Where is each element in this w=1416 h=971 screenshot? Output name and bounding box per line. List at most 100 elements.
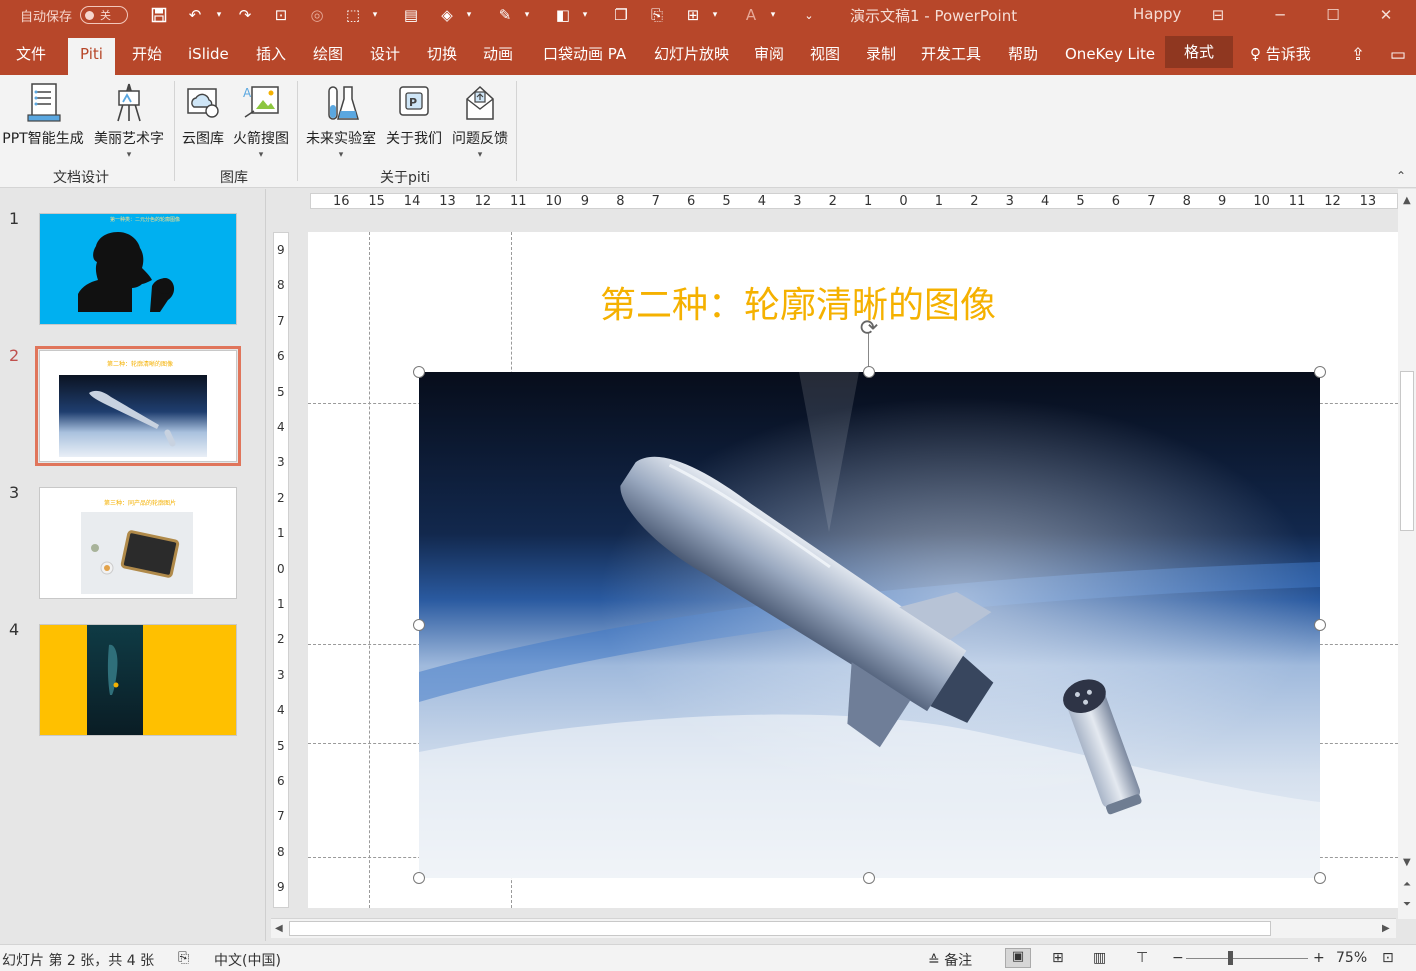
tab-view[interactable]: 视图: [808, 38, 842, 75]
zoom-slider[interactable]: [1186, 958, 1308, 959]
slide-info[interactable]: 幻灯片 第 2 张，共 4 张: [2, 950, 154, 970]
fill-color-icon[interactable]: ◈: [436, 4, 458, 26]
tab-piti[interactable]: Piti: [68, 38, 115, 75]
resize-handle-bottom[interactable]: [863, 872, 875, 884]
starship-picture[interactable]: [419, 372, 1320, 878]
tab-format[interactable]: 格式: [1165, 36, 1234, 68]
slideshow-icon[interactable]: ⊤: [1136, 950, 1148, 966]
tab-insert[interactable]: 插入: [254, 38, 288, 75]
arrange-icon[interactable]: ❐: [610, 4, 632, 26]
art-text-button[interactable]: 美丽艺术字 ▾: [89, 81, 169, 160]
tab-draw[interactable]: 绘图: [311, 38, 345, 75]
reading-view-icon[interactable]: ▥: [1093, 950, 1106, 966]
notes-button[interactable]: ≙ 备注: [928, 950, 972, 970]
undo-icon[interactable]: ↶: [184, 4, 206, 26]
fit-slide-icon[interactable]: ⊡: [1382, 950, 1394, 966]
resize-handle-top-left[interactable]: [413, 366, 425, 378]
zoom-slider-thumb[interactable]: [1228, 951, 1233, 965]
select-icon[interactable]: ⬚: [342, 4, 364, 26]
previous-slide-icon[interactable]: ⏶: [1403, 879, 1411, 890]
touch-mode-icon[interactable]: ◎: [306, 4, 328, 26]
slide-thumbnail-4[interactable]: [39, 624, 237, 736]
rocket-search-button[interactable]: A 火箭搜图 ▾: [229, 81, 293, 160]
shape-dropdown-icon[interactable]: ▾: [574, 4, 596, 26]
tab-animations[interactable]: 动画: [481, 38, 515, 75]
language[interactable]: 中文(中国): [214, 950, 281, 970]
ribbon-display-options-icon[interactable]: ⊟: [1200, 0, 1236, 30]
scroll-right-icon[interactable]: ▶: [1382, 923, 1390, 934]
future-lab-button[interactable]: 未来实验室 ▾: [302, 81, 380, 160]
slide-thumbnail-2[interactable]: 第二种：轮廓清晰的图像: [35, 346, 241, 466]
slide-canvas[interactable]: 第二种：轮廓清晰的图像 ⟳: [308, 232, 1398, 908]
tab-developer[interactable]: 开发工具: [919, 38, 983, 75]
tab-design[interactable]: 设计: [368, 38, 402, 75]
align-dropdown-icon[interactable]: ▾: [704, 4, 726, 26]
rotate-handle-icon[interactable]: ⟳: [856, 316, 882, 342]
slide-thumbnail-3[interactable]: 第三种：同产品的轮廓图片: [39, 487, 237, 599]
autosave-toggle[interactable]: 关: [80, 6, 129, 24]
tab-onekey-lite[interactable]: OneKey Lite: [1063, 38, 1157, 75]
tab-slideshow[interactable]: 幻灯片放映: [652, 38, 731, 75]
resize-handle-top[interactable]: [863, 366, 875, 378]
redo-icon[interactable]: ↷: [234, 4, 256, 26]
tab-help[interactable]: 帮助: [1006, 38, 1040, 75]
about-us-button[interactable]: P 关于我们: [382, 81, 446, 148]
slide-sorter-icon[interactable]: ⊞: [1052, 950, 1064, 966]
font-dropdown-icon[interactable]: ▾: [762, 4, 784, 26]
cloud-gallery-button[interactable]: 云图库: [178, 81, 228, 148]
tab-pocket-animation[interactable]: 口袋动画 PA: [541, 38, 628, 75]
tab-islide[interactable]: iSlide: [186, 38, 231, 75]
scroll-down-icon[interactable]: ▼: [1403, 857, 1411, 868]
resize-handle-left[interactable]: [413, 619, 425, 631]
future-lab-dropdown-icon[interactable]: ▾: [302, 150, 380, 160]
scroll-left-icon[interactable]: ◀: [275, 923, 283, 934]
vertical-scrollbar[interactable]: ▲ ▼ ⏶ ⏷: [1398, 189, 1416, 919]
tell-me[interactable]: ♀ 告诉我: [1248, 38, 1313, 75]
art-text-dropdown-icon[interactable]: ▾: [89, 150, 169, 160]
customize-qat-icon[interactable]: ⌄: [798, 4, 820, 26]
next-slide-icon[interactable]: ⏷: [1403, 899, 1411, 910]
zoom-level[interactable]: 75%: [1336, 950, 1367, 966]
resize-handle-right[interactable]: [1314, 619, 1326, 631]
resize-handle-top-right[interactable]: [1314, 366, 1326, 378]
minimize-icon[interactable]: ─: [1262, 0, 1298, 30]
align-icon[interactable]: ⊞: [682, 4, 704, 26]
rocket-search-dropdown-icon[interactable]: ▾: [229, 150, 293, 160]
feedback-button[interactable]: 问题反馈 ▾: [448, 81, 512, 160]
feedback-dropdown-icon[interactable]: ▾: [448, 150, 512, 160]
slide-title[interactable]: 第二种：轮廓清晰的图像: [600, 276, 996, 328]
tab-file[interactable]: 文件: [14, 38, 48, 75]
present-from-start-icon[interactable]: ⊡: [270, 4, 292, 26]
ppt-smart-generate-button[interactable]: PPT智能生成: [0, 81, 86, 148]
tab-home[interactable]: 开始: [130, 38, 164, 75]
maximize-icon[interactable]: ☐: [1315, 0, 1351, 30]
close-icon[interactable]: ✕: [1368, 0, 1404, 30]
save-icon[interactable]: [148, 4, 170, 26]
select-dropdown-icon[interactable]: ▾: [364, 4, 386, 26]
normal-view-icon[interactable]: ▣: [1005, 948, 1031, 968]
collapse-ribbon-icon[interactable]: ⌃: [1396, 169, 1406, 183]
slide-thumbnail-1[interactable]: 第一种类：二元分色的轮廓图像: [39, 213, 237, 325]
line-color-icon[interactable]: ✎: [494, 4, 516, 26]
resize-handle-bottom-right[interactable]: [1314, 872, 1326, 884]
horizontal-scroll-thumb[interactable]: [289, 921, 1271, 936]
tab-record[interactable]: 录制: [864, 38, 898, 75]
vertical-scroll-thumb[interactable]: [1400, 371, 1414, 531]
line-dropdown-icon[interactable]: ▾: [516, 4, 538, 26]
fill-dropdown-icon[interactable]: ▾: [458, 4, 480, 26]
share-icon[interactable]: ⇪: [1345, 42, 1371, 68]
resize-handle-bottom-left[interactable]: [413, 872, 425, 884]
scroll-up-icon[interactable]: ▲: [1403, 195, 1411, 206]
shape-icon[interactable]: ◧: [552, 4, 574, 26]
zoom-in-icon[interactable]: +: [1313, 950, 1325, 966]
font-color-icon[interactable]: A: [740, 4, 762, 26]
undo-dropdown-icon[interactable]: ▾: [208, 4, 230, 26]
user-name[interactable]: Happy: [1133, 5, 1181, 23]
comments-icon[interactable]: ▭: [1385, 42, 1411, 68]
textbox-icon[interactable]: ▤: [400, 4, 422, 26]
format-painter-icon[interactable]: ⎘: [646, 4, 668, 26]
horizontal-scrollbar[interactable]: ◀ ▶: [271, 918, 1396, 938]
zoom-out-icon[interactable]: −: [1172, 950, 1184, 966]
pane-divider[interactable]: [265, 189, 266, 941]
tab-review[interactable]: 审阅: [752, 38, 786, 75]
